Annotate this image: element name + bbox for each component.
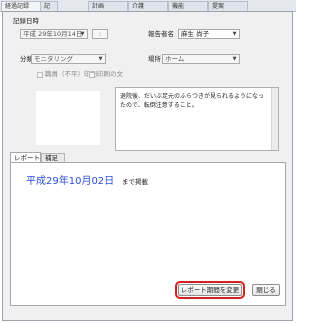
record-datetime-label: 記録日時 [13,17,39,25]
staff-print-checkbox[interactable] [37,72,43,78]
time-field[interactable]: : [92,29,108,39]
location-label: 場所 [148,55,161,63]
photo-area[interactable] [36,91,100,145]
close-button[interactable]: 閉じる [252,284,280,296]
report-date: 平成29年10月02日 [26,176,115,187]
chevron-down-icon[interactable]: ▼ [79,30,86,38]
tab-plan[interactable]: 計画 [88,1,128,11]
tab-function[interactable]: 機能 [168,1,208,11]
memo-scrollbar[interactable] [271,88,278,150]
print-text-label: 印刷の文 [97,70,123,78]
chevron-down-icon: ▼ [232,31,237,37]
print-text-checkbox[interactable] [89,72,95,78]
memo-textarea[interactable]: 退院後、だいぶ足元のふらつきが見られるようになったので、転倒注意すること。 [115,87,279,151]
tab-record[interactable]: 記 [40,1,58,11]
record-dialog: 記録日時 平成 29年10月14日 ▼ : 報告者名 麻生 尚子 ▼ 分類 モニ… [2,11,293,321]
reporter-select[interactable]: 麻生 尚子 ▼ [178,29,240,39]
tab-proposal[interactable]: 提案 [208,1,248,11]
date-field[interactable]: 平成 29年10月14日 ▼ [20,29,88,39]
tab-supplement[interactable]: 補足 [41,153,65,162]
tab-progress-record[interactable]: 経過記録 [1,1,41,11]
category-select[interactable]: モニタリング ▼ [31,54,106,64]
tab-care[interactable]: 介護 [128,1,168,11]
chevron-down-icon: ▼ [232,56,237,62]
chevron-down-icon: ▼ [98,56,103,62]
tab-report[interactable]: レポート [10,152,41,162]
reporter-label: 報告者名 [148,30,174,38]
report-panel: 平成29年10月02日 まで掲載 レポート期間を変更 閉じる [10,162,286,306]
location-select[interactable]: ホーム ▼ [162,54,240,64]
change-report-period-button[interactable]: レポート期間を変更 [178,284,242,296]
report-date-suffix: まで掲載 [122,178,148,186]
